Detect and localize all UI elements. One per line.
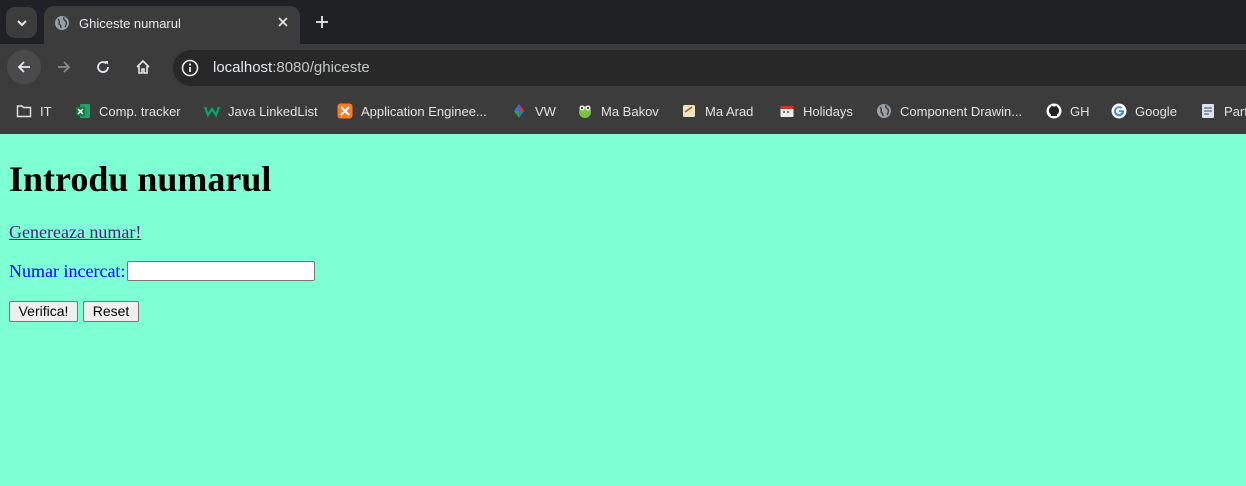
google-icon — [1111, 103, 1127, 119]
bookmark-it[interactable]: IT — [16, 101, 52, 121]
reload-icon — [97, 61, 109, 73]
bookmark-label: GH — [1070, 103, 1090, 119]
frog-icon — [579, 105, 591, 118]
back-button[interactable] — [7, 50, 41, 84]
close-icon — [278, 17, 288, 27]
url-text: localhost:8080/ghiceste — [213, 59, 370, 76]
bookmark-ma-arad[interactable]: Ma Arad — [681, 101, 753, 121]
new-tab-button[interactable] — [310, 10, 334, 34]
plus-icon — [316, 16, 328, 28]
forward-button[interactable] — [47, 50, 81, 84]
arrow-right-icon — [58, 61, 71, 73]
close-tab-button[interactable] — [273, 12, 293, 32]
bookmark-label: Google — [1135, 103, 1177, 119]
url-host: localhost — [213, 59, 273, 76]
bookmark-comp-tracker[interactable]: Comp. tracker — [75, 101, 181, 121]
reset-button[interactable]: Reset — [83, 301, 139, 322]
bookmark-part[interactable]: Part — [1200, 101, 1246, 121]
bookmarks-bar: IT Comp. tracker Java LinkedList Applica… — [0, 90, 1246, 134]
home-button[interactable] — [126, 50, 160, 84]
bookmark-label: VW — [535, 103, 556, 119]
folder-icon — [16, 105, 32, 118]
bookmark-label: Application Enginee... — [361, 103, 487, 119]
generate-number-link[interactable]: Genereaza numar! — [9, 222, 141, 243]
xampp-icon — [337, 103, 353, 119]
bookmark-ma-bakov[interactable]: Ma Bakov — [577, 101, 659, 121]
tab-search-button[interactable] — [6, 7, 37, 38]
doc-icon — [1202, 104, 1214, 118]
bookmark-label: Component Drawin... — [900, 103, 1023, 119]
bookmark-label: IT — [40, 103, 52, 119]
bookmark-google[interactable]: Google — [1111, 101, 1177, 121]
tab-strip: Ghiceste numarul — [0, 0, 1246, 44]
chevron-down-icon — [16, 19, 27, 26]
page-title: Introdu numarul — [9, 159, 272, 199]
bookmark-label: Holidays — [803, 103, 853, 119]
bookmark-java-linkedlist[interactable]: Java LinkedList — [204, 101, 318, 121]
address-bar[interactable]: localhost:8080/ghiceste — [173, 50, 1246, 86]
home-icon — [136, 59, 150, 74]
bookmark-label: Ma Bakov — [601, 103, 659, 119]
excel-icon — [76, 104, 90, 118]
calendar-icon — [780, 106, 794, 117]
tab-active[interactable]: Ghiceste numarul — [44, 6, 300, 44]
tab-title: Ghiceste numarul — [79, 16, 181, 31]
guess-input-label: Numar incercat: — [9, 261, 126, 281]
info-icon[interactable] — [181, 59, 199, 77]
w-logo-icon — [204, 106, 220, 118]
bookmark-component-drawing[interactable]: Component Drawin... — [876, 101, 1022, 121]
bookmark-label: Ma Arad — [705, 103, 754, 119]
guess-input[interactable] — [127, 261, 315, 281]
note-icon — [683, 105, 695, 117]
globe-icon — [55, 16, 69, 30]
github-icon — [1046, 103, 1062, 119]
globe-icon — [877, 104, 891, 118]
arrow-left-icon — [17, 61, 30, 73]
bookmark-label: Comp. tracker — [99, 103, 181, 119]
bookmark-label: Java LinkedList — [228, 103, 318, 119]
toolbar: localhost:8080/ghiceste — [0, 44, 1246, 90]
url-path: :8080/ghiceste — [272, 59, 370, 76]
bookmark-label: Part — [1224, 103, 1246, 119]
verify-button[interactable]: Verifica! — [9, 301, 78, 322]
reload-button[interactable] — [86, 50, 120, 84]
browser-chrome: Ghiceste numarul localhost:8080/ghiceste — [0, 0, 1246, 134]
page-content: Introdu numarul Genereaza numar! Numar i… — [0, 134, 1246, 486]
bookmark-holidays[interactable]: Holidays — [779, 101, 853, 121]
vw-icon — [514, 104, 524, 118]
bookmark-gh[interactable]: GH — [1046, 101, 1090, 121]
bookmark-application-engineer[interactable]: Application Enginee... — [337, 101, 487, 121]
bookmark-vw[interactable]: VW — [511, 101, 556, 121]
